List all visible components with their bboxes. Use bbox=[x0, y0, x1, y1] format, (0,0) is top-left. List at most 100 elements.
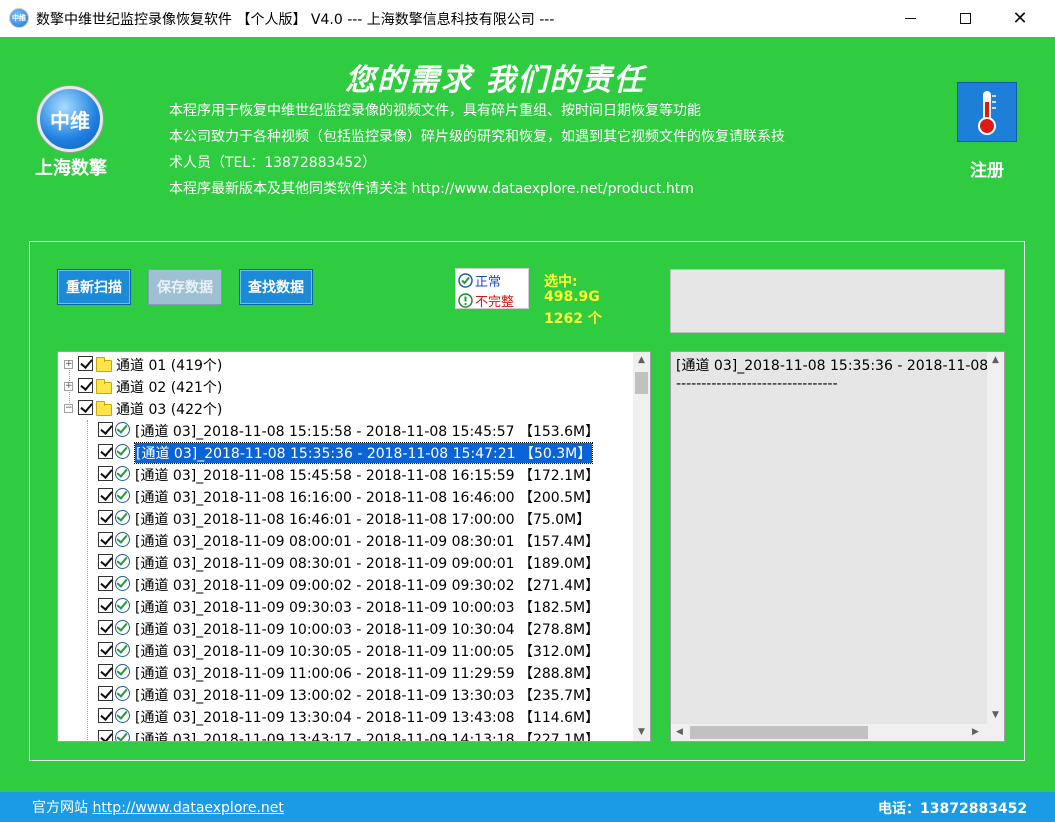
tree-file-row[interactable]: [通道 03]_2018-11-09 13:00:02 - 2018-11-09… bbox=[58, 683, 628, 705]
file-label[interactable]: [通道 03]_2018-11-08 15:15:58 - 2018-11-08… bbox=[135, 421, 599, 441]
expand-icon[interactable]: + bbox=[64, 360, 73, 369]
file-label[interactable]: [通道 03]_2018-11-09 09:30:03 - 2018-11-09… bbox=[135, 597, 599, 617]
channel-label[interactable]: 通道 02 (421个) bbox=[116, 377, 222, 397]
close-button[interactable]: ✕ bbox=[995, 0, 1045, 37]
checkbox-icon[interactable] bbox=[78, 400, 93, 415]
scroll-right-icon[interactable]: ▶ bbox=[967, 724, 984, 741]
checkbox-icon[interactable] bbox=[98, 444, 113, 459]
checkbox-icon[interactable] bbox=[98, 664, 113, 679]
file-label-selected[interactable]: [通道 03]_2018-11-08 15:35:36 - 2018-11-08… bbox=[133, 442, 594, 464]
scroll-thumb[interactable] bbox=[690, 726, 868, 739]
scroll-down-icon[interactable]: ▼ bbox=[633, 724, 650, 741]
register-label[interactable]: 注册 bbox=[957, 156, 1017, 181]
checkbox-icon[interactable] bbox=[98, 730, 113, 741]
legend-incomplete: 不完整 bbox=[458, 291, 514, 310]
file-label[interactable]: [通道 03]_2018-11-09 13:00:02 - 2018-11-09… bbox=[135, 685, 599, 705]
tree-file-row[interactable]: [通道 03]_2018-11-08 16:46:01 - 2018-11-08… bbox=[58, 507, 628, 529]
selection-size: 498.9G bbox=[544, 289, 600, 305]
checkbox-icon[interactable] bbox=[98, 466, 113, 481]
checkbox-icon[interactable] bbox=[98, 598, 113, 613]
file-label[interactable]: [通道 03]_2018-11-09 09:00:02 - 2018-11-09… bbox=[135, 575, 599, 595]
file-label[interactable]: [通道 03]_2018-11-08 15:45:58 - 2018-11-08… bbox=[135, 465, 599, 485]
tree-file-row[interactable]: [通道 03]_2018-11-09 09:30:03 - 2018-11-09… bbox=[58, 595, 628, 617]
checkbox-icon[interactable] bbox=[78, 356, 93, 371]
warning-icon bbox=[458, 293, 473, 308]
title-bar: 中维 数擎中维世纪监控录像恢复软件 【个人版】 V4.0 --- 上海数擎信息科… bbox=[0, 0, 1055, 37]
checkbox-icon[interactable] bbox=[98, 686, 113, 701]
company-name: 上海数擎 bbox=[35, 158, 107, 179]
file-label[interactable]: [通道 03]_2018-11-09 08:30:01 - 2018-11-09… bbox=[135, 553, 599, 573]
collapse-icon[interactable]: − bbox=[64, 404, 73, 413]
tree-channel-01[interactable]: + 通道 01 (419个) bbox=[58, 353, 628, 375]
tree-file-row[interactable]: [通道 03]_2018-11-09 08:30:01 - 2018-11-09… bbox=[58, 551, 628, 573]
file-label[interactable]: [通道 03]_2018-11-08 16:16:00 - 2018-11-08… bbox=[135, 487, 599, 507]
tree-channel-03[interactable]: − 通道 03 (422个) bbox=[58, 397, 628, 419]
ok-status-icon bbox=[115, 664, 130, 679]
tree-file-row[interactable]: [通道 03]_2018-11-09 10:00:03 - 2018-11-09… bbox=[58, 617, 628, 639]
window-title: 数擎中维世纪监控录像恢复软件 【个人版】 V4.0 --- 上海数擎信息科技有限… bbox=[36, 12, 555, 28]
tree-file-row[interactable]: [通道 03]_2018-11-09 09:00:02 - 2018-11-09… bbox=[58, 573, 628, 595]
file-label[interactable]: [通道 03]_2018-11-09 13:43:17 - 2018-11-09… bbox=[135, 729, 599, 741]
folder-icon bbox=[96, 401, 112, 416]
detail-vertical-scrollbar[interactable]: ▲ ▼ bbox=[987, 352, 1004, 724]
detail-horizontal-scrollbar[interactable]: ◀ ▶ bbox=[671, 724, 1004, 741]
checkbox-icon[interactable] bbox=[98, 642, 113, 657]
channel-label[interactable]: 通道 03 (422个) bbox=[116, 399, 222, 419]
file-label[interactable]: [通道 03]_2018-11-09 10:00:03 - 2018-11-09… bbox=[135, 619, 599, 639]
folder-icon bbox=[96, 357, 112, 372]
register-button[interactable] bbox=[957, 82, 1017, 142]
folder-icon bbox=[96, 379, 112, 394]
find-button[interactable]: 查找数据 bbox=[239, 269, 313, 305]
scroll-up-icon[interactable]: ▲ bbox=[633, 352, 650, 369]
tree-file-row[interactable]: [通道 03]_2018-11-08 15:45:58 - 2018-11-08… bbox=[58, 463, 628, 485]
maximize-button[interactable] bbox=[940, 0, 990, 37]
checkbox-icon[interactable] bbox=[98, 620, 113, 635]
file-label[interactable]: [通道 03]_2018-11-09 10:30:05 - 2018-11-09… bbox=[135, 641, 599, 661]
scroll-down-icon[interactable]: ▼ bbox=[987, 707, 1004, 724]
ok-status-icon bbox=[115, 642, 130, 657]
save-button[interactable]: 保存数据 bbox=[148, 269, 222, 305]
tree-vertical-scrollbar[interactable]: ▲ ▼ bbox=[633, 352, 650, 741]
footer-bar: 官方网站 http://www.dataexplore.net 电话：13872… bbox=[0, 792, 1055, 822]
minimize-button[interactable] bbox=[885, 0, 935, 37]
channel-tree[interactable]: + 通道 01 (419个) + 通道 02 (421个) − 通道 03 (4… bbox=[57, 351, 651, 742]
thermometer-icon bbox=[978, 91, 996, 135]
checkbox-icon[interactable] bbox=[98, 422, 113, 437]
scroll-up-icon[interactable]: ▲ bbox=[987, 352, 1004, 369]
checkbox-icon[interactable] bbox=[98, 488, 113, 503]
slogan: 您的需求 我们的责任 bbox=[345, 63, 646, 98]
ok-status-icon bbox=[115, 598, 130, 613]
close-icon: ✕ bbox=[1012, 7, 1028, 29]
minimize-icon bbox=[904, 18, 916, 19]
checkbox-icon[interactable] bbox=[78, 378, 93, 393]
file-label[interactable]: [通道 03]_2018-11-09 11:00:06 - 2018-11-09… bbox=[135, 663, 599, 683]
tree-file-row[interactable]: [通道 03]_2018-11-09 13:30:04 - 2018-11-09… bbox=[58, 705, 628, 727]
checkbox-icon[interactable] bbox=[98, 532, 113, 547]
tree-file-row[interactable]: [通道 03]_2018-11-09 13:43:17 - 2018-11-09… bbox=[58, 727, 628, 741]
tree-file-row[interactable]: [通道 03]_2018-11-08 16:16:00 - 2018-11-08… bbox=[58, 485, 628, 507]
ok-status-icon bbox=[115, 576, 130, 591]
tree-file-row[interactable]: [通道 03]_2018-11-09 08:00:01 - 2018-11-09… bbox=[58, 529, 628, 551]
scroll-left-icon[interactable]: ◀ bbox=[671, 724, 688, 741]
file-label[interactable]: [通道 03]_2018-11-09 08:00:01 - 2018-11-09… bbox=[135, 531, 599, 551]
expand-icon[interactable]: + bbox=[64, 382, 73, 391]
tree-file-row[interactable]: [通道 03]_2018-11-09 10:30:05 - 2018-11-09… bbox=[58, 639, 628, 661]
detail-panel[interactable]: [通道 03]_2018-11-08 15:35:36 - 2018-11-08… bbox=[670, 351, 1005, 742]
info-line-3: 术人员（TEL：13872883452） bbox=[169, 155, 377, 171]
website-link[interactable]: http://www.dataexplore.net bbox=[92, 800, 283, 816]
file-label[interactable]: [通道 03]_2018-11-09 13:30:04 - 2018-11-09… bbox=[135, 707, 599, 727]
checkbox-icon[interactable] bbox=[98, 576, 113, 591]
channel-label[interactable]: 通道 01 (419个) bbox=[116, 355, 222, 375]
checkbox-icon[interactable] bbox=[98, 708, 113, 723]
checkbox-icon[interactable] bbox=[98, 554, 113, 569]
tree-channel-02[interactable]: + 通道 02 (421个) bbox=[58, 375, 628, 397]
tree-file-row[interactable]: [通道 03]_2018-11-09 11:00:06 - 2018-11-09… bbox=[58, 661, 628, 683]
tree-file-row[interactable]: [通道 03]_2018-11-08 15:15:58 - 2018-11-08… bbox=[58, 419, 628, 441]
checkbox-icon[interactable] bbox=[98, 510, 113, 525]
tree-file-row[interactable]: [通道 03]_2018-11-08 15:35:36 - 2018-11-08… bbox=[58, 441, 628, 464]
main-area: 中维 上海数擎 您的需求 我们的责任 本程序用于恢复中维世纪监控录像的视频文件，… bbox=[0, 37, 1055, 792]
scroll-thumb[interactable] bbox=[635, 372, 648, 394]
file-label[interactable]: [通道 03]_2018-11-08 16:46:01 - 2018-11-08… bbox=[135, 509, 590, 529]
rescan-button[interactable]: 重新扫描 bbox=[57, 269, 131, 305]
selection-count: 1262 个 bbox=[544, 311, 602, 327]
